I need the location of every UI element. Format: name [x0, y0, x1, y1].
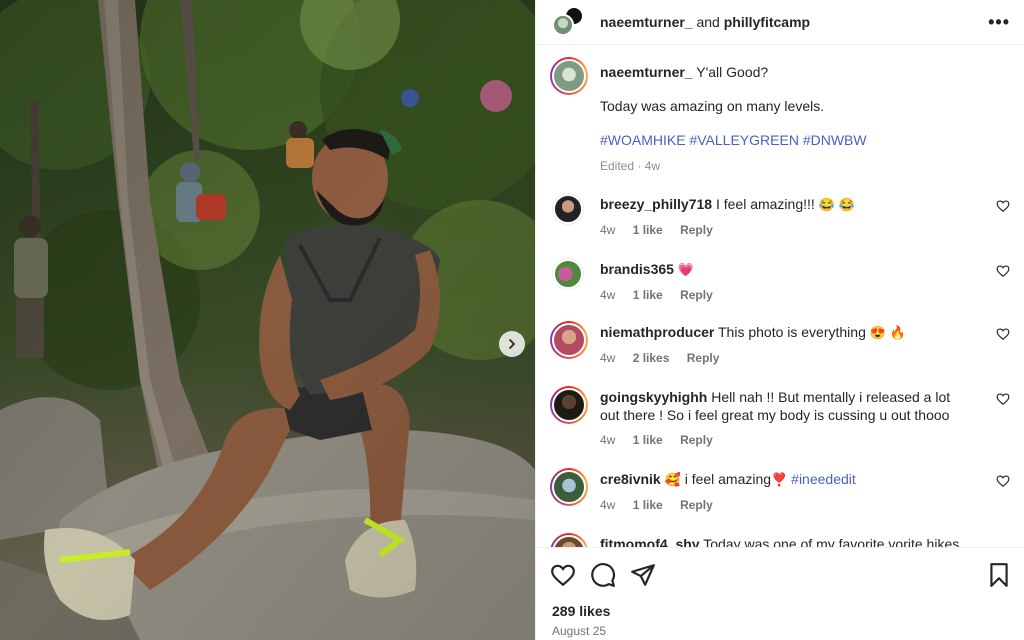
- chevron-right-icon: [509, 339, 515, 349]
- comment-emoji: 💗: [677, 262, 695, 277]
- reply-button[interactable]: Reply: [687, 351, 720, 365]
- comment-bubble-icon[interactable]: [590, 562, 616, 588]
- comment-username[interactable]: breezy_philly718: [600, 196, 712, 212]
- comment-time: 4w: [600, 288, 616, 302]
- comment-username[interactable]: cre8ivnik: [600, 471, 661, 487]
- post-authors: naeemturner_ and phillyfitcamp: [600, 14, 810, 30]
- hashtag-link[interactable]: #VALLEYGREEN: [689, 132, 798, 148]
- caption-text: Today was amazing on many levels.: [600, 98, 825, 114]
- more-options-button[interactable]: •••: [988, 12, 1010, 33]
- reply-button[interactable]: Reply: [680, 223, 713, 237]
- comment-likes[interactable]: 1 like: [633, 288, 663, 302]
- comment-likes[interactable]: 1 like: [633, 433, 663, 447]
- reply-button[interactable]: Reply: [680, 433, 713, 447]
- post-actions: 289 likes August 25: [536, 547, 1024, 640]
- comment-emoji: 😂 😂: [818, 197, 855, 212]
- next-photo-button[interactable]: [499, 331, 525, 357]
- like-comment-heart-icon[interactable]: [996, 264, 1010, 278]
- caption-edited-time: Edited · 4w: [600, 159, 661, 173]
- comment-time: 4w: [600, 351, 616, 365]
- avatar[interactable]: [552, 258, 584, 290]
- comment-username[interactable]: brandis365: [600, 261, 674, 277]
- caption-hashtags: #WOAMHIKE #VALLEYGREEN #DNWBW: [600, 131, 1000, 149]
- comment-time: 4w: [600, 433, 616, 447]
- author-link[interactable]: phillyfitcamp: [724, 14, 810, 30]
- comment-emoji: 😍 🔥: [869, 325, 906, 340]
- hiker-photo: [0, 0, 535, 640]
- collab-avatars[interactable]: [550, 6, 586, 38]
- comment-time: 4w: [600, 498, 616, 512]
- post-date: August 25: [552, 624, 607, 638]
- comment-likes[interactable]: 1 like: [633, 498, 663, 512]
- caption-text: Y'all Good?: [696, 64, 769, 80]
- author-link[interactable]: naeemturner_: [600, 14, 693, 30]
- hashtag-link[interactable]: #ineededit: [791, 471, 856, 487]
- avatar[interactable]: [552, 193, 584, 225]
- post-header: naeemturner_ and phillyfitcamp •••: [536, 0, 1024, 45]
- comment-username[interactable]: niemathproducer: [600, 324, 714, 340]
- like-comment-heart-icon[interactable]: [996, 474, 1010, 488]
- reply-button[interactable]: Reply: [680, 288, 713, 302]
- like-heart-icon[interactable]: [550, 562, 576, 588]
- post-side-panel: naeemturner_ and phillyfitcamp ••• naeem…: [535, 0, 1024, 640]
- post-dialog: naeemturner_ and phillyfitcamp ••• naeem…: [0, 0, 1024, 640]
- like-comment-heart-icon[interactable]: [996, 327, 1010, 341]
- avatar[interactable]: [550, 468, 588, 506]
- save-bookmark-icon[interactable]: [986, 562, 1012, 588]
- avatar: [552, 14, 574, 36]
- hashtag-link[interactable]: #DNWBW: [803, 132, 867, 148]
- comment-emoji: 🥰: [664, 472, 681, 487]
- likes-count[interactable]: 289 likes: [552, 603, 610, 619]
- hashtag-link[interactable]: #WOAMHIKE: [600, 132, 686, 148]
- comment-likes[interactable]: 2 likes: [633, 351, 670, 365]
- comment-likes[interactable]: 1 like: [633, 223, 663, 237]
- comment-text: I feel amazing!!!: [715, 196, 815, 212]
- share-paper-plane-icon[interactable]: [630, 562, 656, 588]
- caption-username[interactable]: naeemturner_: [600, 64, 693, 80]
- avatar[interactable]: [550, 386, 588, 424]
- comment-text: i feel amazing: [684, 471, 772, 487]
- comment-time: 4w: [600, 223, 616, 237]
- like-comment-heart-icon[interactable]: [996, 199, 1010, 213]
- reply-button[interactable]: Reply: [680, 498, 713, 512]
- post-photo[interactable]: [0, 0, 535, 640]
- like-comment-heart-icon[interactable]: [996, 392, 1010, 406]
- avatar[interactable]: [550, 321, 588, 359]
- comment-text: This photo is everything: [718, 324, 866, 340]
- author-separator: and: [696, 14, 720, 30]
- avatar[interactable]: [550, 57, 588, 95]
- comment-emoji: ❣️: [771, 472, 788, 487]
- comment-username[interactable]: goingskyyhighh: [600, 389, 707, 405]
